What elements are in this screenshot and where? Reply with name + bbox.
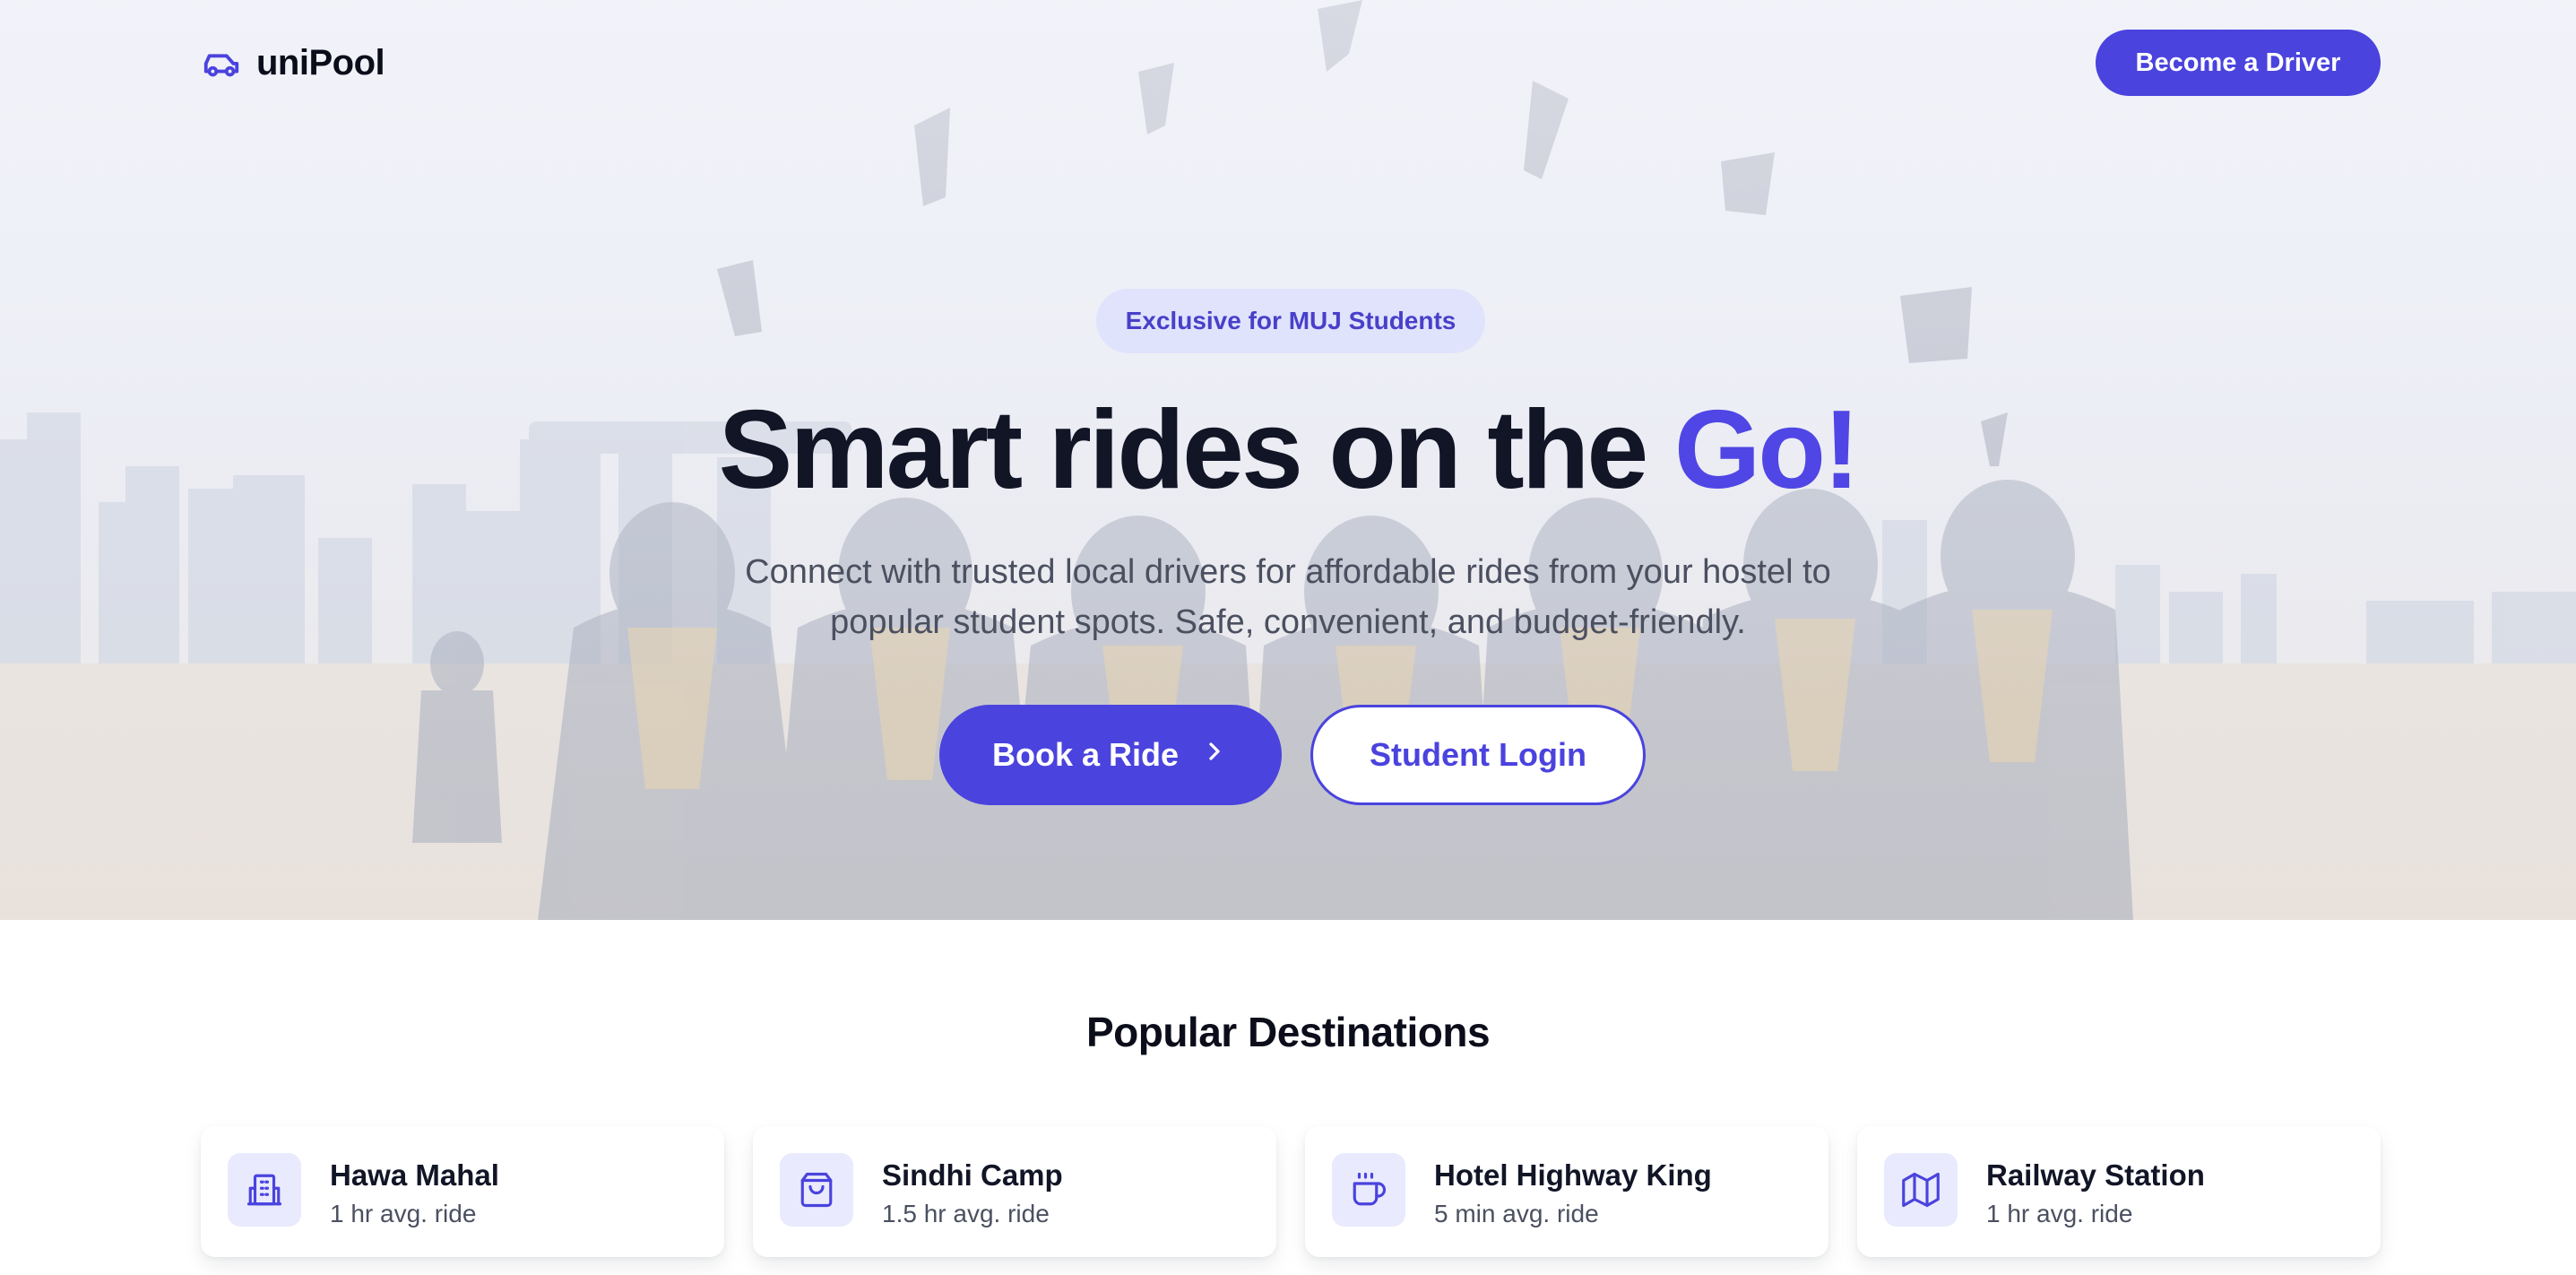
book-ride-label: Book a Ride	[991, 736, 1180, 773]
book-ride-button[interactable]: Book a Ride	[939, 705, 1282, 805]
coffee-icon	[1332, 1153, 1405, 1227]
map-icon	[1884, 1153, 1958, 1227]
hero-subtitle: Connect with trusted local drivers for a…	[745, 553, 1831, 641]
headline-main: Smart rides on the	[718, 388, 1674, 512]
student-login-button[interactable]: Student Login	[1310, 705, 1646, 805]
headline-accent: Go!	[1673, 388, 1860, 512]
destination-time: 5 min avg. ride	[1434, 1200, 1599, 1227]
destination-time: 1 hr avg. ride	[1986, 1200, 2133, 1227]
building-icon	[228, 1153, 301, 1227]
destination-time: 1 hr avg. ride	[330, 1200, 477, 1227]
destination-text: Hawa Mahal 1 hr avg. ride	[330, 1157, 499, 1232]
brand-name: uniPool	[256, 42, 385, 82]
destination-card-hotel-highway-king[interactable]: Hotel Highway King 5 min avg. ride	[1305, 1126, 1828, 1257]
destination-name: Railway Station	[1986, 1158, 2205, 1192]
top-navbar: uniPool Become a Driver	[0, 0, 2576, 126]
destination-card-hawa-mahal[interactable]: Hawa Mahal 1 hr avg. ride	[201, 1126, 724, 1257]
become-driver-button[interactable]: Become a Driver	[2096, 30, 2381, 96]
shopping-bag-icon	[780, 1153, 853, 1227]
brand-logo[interactable]: uniPool	[201, 39, 385, 86]
destination-name: Hawa Mahal	[330, 1158, 499, 1192]
hero-section: uniPool Become a Driver Exclusive for MU…	[0, 0, 2576, 920]
destination-name: Sindhi Camp	[882, 1158, 1063, 1192]
exclusive-badge: Exclusive for MUJ Students	[1096, 289, 1485, 353]
destination-card-sindhi-camp[interactable]: Sindhi Camp 1.5 hr avg. ride	[753, 1126, 1276, 1257]
popular-destinations-title: Popular Destinations	[1085, 1009, 1491, 1055]
destination-text: Hotel Highway King 5 min avg. ride	[1434, 1157, 1712, 1232]
destination-time: 1.5 hr avg. ride	[882, 1200, 1050, 1227]
hero-headline: Smart rides on the Go!	[0, 387, 2576, 513]
destination-name: Hotel Highway King	[1434, 1158, 1712, 1192]
destination-list: Hawa Mahal 1 hr avg. ride Sindhi Camp 1.…	[201, 1126, 2381, 1257]
destination-text: Railway Station 1 hr avg. ride	[1986, 1157, 2205, 1232]
cta-group: Book a Ride Student Login	[939, 705, 1646, 805]
car-icon	[201, 42, 242, 83]
chevron-right-icon	[1200, 736, 1229, 774]
destination-text: Sindhi Camp 1.5 hr avg. ride	[882, 1157, 1063, 1232]
destination-card-railway-station[interactable]: Railway Station 1 hr avg. ride	[1857, 1126, 2381, 1257]
